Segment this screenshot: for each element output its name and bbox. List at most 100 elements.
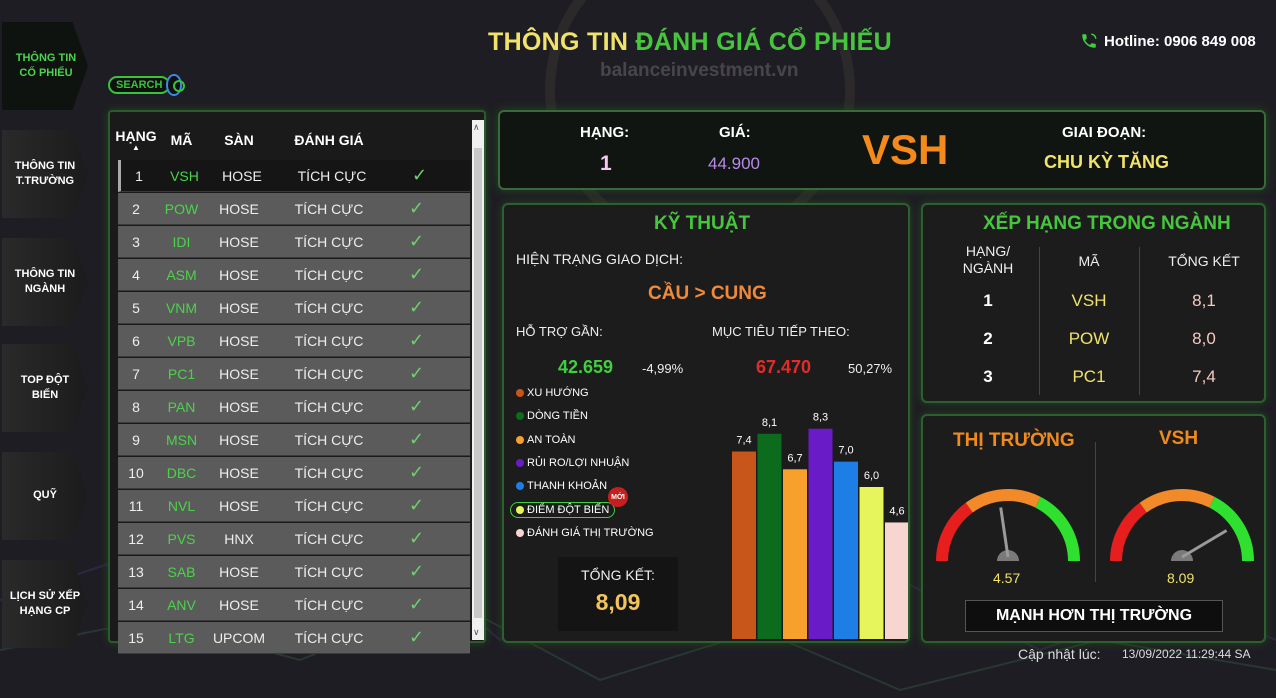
legend-item[interactable]: RỦI RO/LỢI NHUẬN bbox=[516, 457, 629, 469]
table-row[interactable]: 8 PAN HOSE TÍCH CỰC ✓ bbox=[118, 391, 470, 423]
bar-3[interactable] bbox=[808, 428, 833, 639]
check-icon: ✓ bbox=[408, 330, 425, 350]
search-button[interactable]: SEARCH bbox=[108, 72, 185, 97]
table-row[interactable]: 15 LTG UPCOM TÍCH CỰC ✓ bbox=[118, 622, 470, 654]
header-code[interactable]: MÃ bbox=[154, 120, 209, 160]
technical-title: KỸ THUẬT bbox=[654, 213, 751, 234]
cell-exchange: HNX bbox=[224, 530, 254, 547]
header-exchange[interactable]: SÀN bbox=[209, 120, 269, 160]
legend-item[interactable]: ĐIỂM ĐỘT BIẾN bbox=[510, 501, 616, 518]
legend-item[interactable]: DÒNG TIỀN bbox=[516, 410, 588, 422]
legend-item[interactable]: THANH KHOẢN bbox=[516, 480, 607, 492]
cell-rating: TÍCH CỰC bbox=[297, 167, 367, 184]
ranking-cell-code: PC1 bbox=[1072, 367, 1106, 386]
cell-exchange: HOSE bbox=[219, 299, 259, 316]
table-row[interactable]: 3 IDI HOSE TÍCH CỰC ✓ bbox=[118, 226, 470, 258]
legend-item[interactable]: AN TOÀN bbox=[516, 434, 576, 446]
ranking-cell-code: VSH bbox=[1071, 291, 1107, 310]
table-row[interactable]: 14 ANV HOSE TÍCH CỰC ✓ bbox=[118, 589, 470, 621]
table-row[interactable]: 7 PC1 HOSE TÍCH CỰC ✓ bbox=[118, 358, 470, 390]
check-icon: ✓ bbox=[408, 396, 425, 416]
nav-item-label: THÔNG TIN T.TRƯỜNG bbox=[14, 159, 76, 187]
cell-rank: 12 bbox=[128, 530, 144, 547]
nav-item-0[interactable]: THÔNG TIN CỔ PHIẾU bbox=[2, 22, 88, 110]
cell-exchange: HOSE bbox=[219, 596, 259, 613]
header-rank[interactable]: HẠNG ▲ bbox=[115, 120, 157, 160]
check-icon: ✓ bbox=[411, 165, 428, 185]
table-row[interactable]: 4 ASM HOSE TÍCH CỰC ✓ bbox=[118, 259, 470, 291]
support-pct: -4,99% bbox=[642, 361, 684, 376]
bar-2[interactable] bbox=[783, 469, 807, 639]
cell-code: ASM bbox=[166, 266, 197, 283]
ranking-title: XẾP HẠNG TRONG NGÀNH bbox=[983, 213, 1231, 234]
stock-table-panel: HẠNG ▲ MÃ SÀN ĐÁNH GIÁ 1 VSH HOSE TÍCH CỰC ✓ 2… bbox=[108, 110, 486, 654]
table-scrollbar[interactable]: ∧ ∨ bbox=[472, 120, 484, 640]
table-row[interactable]: 11 NVL HOSE TÍCH CỰC ✓ bbox=[118, 490, 470, 522]
target-label: MỤC TIÊU TIẾP THEO: bbox=[712, 324, 850, 339]
hotline-text: Hotline: 0906 849 008 bbox=[1104, 32, 1256, 50]
legend-dot bbox=[516, 435, 524, 444]
table-row[interactable]: 9 MSN HOSE TÍCH CỰC ✓ bbox=[118, 424, 470, 456]
cell-code: VPB bbox=[167, 332, 196, 349]
table-row[interactable]: 13 SAB HOSE TÍCH CỰC ✓ bbox=[118, 556, 470, 588]
hotline[interactable]: Hotline: 0906 849 008 bbox=[1080, 32, 1256, 50]
table-row[interactable]: 10 DBC HOSE TÍCH CỰC ✓ bbox=[118, 457, 470, 489]
table-row[interactable]: 5 VNM HOSE TÍCH CỰC ✓ bbox=[118, 292, 470, 324]
cell-exchange: HOSE bbox=[219, 200, 259, 217]
nav-item-label: QUỸ bbox=[33, 489, 57, 502]
price-label: GIÁ: bbox=[719, 124, 751, 141]
nav-item-1[interactable]: THÔNG TIN T.TRƯỜNG bbox=[2, 130, 88, 218]
nav-item-3[interactable]: TOP ĐỘT BIẾN bbox=[2, 344, 88, 432]
cell-code: VNM bbox=[165, 299, 198, 316]
nav-item-5[interactable]: LỊCH SỬ XẾP HẠNG CP bbox=[2, 560, 88, 648]
header-rank-label: HẠNG bbox=[115, 128, 157, 144]
ranking-cell-rank: 2 bbox=[983, 329, 993, 348]
bar-label-4: 7,0 bbox=[838, 445, 853, 457]
cell-exchange: HOSE bbox=[219, 233, 259, 250]
table-row[interactable]: 12 PVS HNX TÍCH CỰC ✓ bbox=[118, 523, 470, 555]
legend-item[interactable]: ĐÁNH GIÁ THỊ TRƯỜNG bbox=[516, 527, 654, 539]
legend-item[interactable]: XU HƯỚNG bbox=[516, 387, 589, 399]
cell-exchange: UPCOM bbox=[212, 629, 266, 646]
status-label: HIỆN TRẠNG GIAO DỊCH: bbox=[516, 251, 683, 267]
cell-code: NVL bbox=[167, 497, 196, 514]
cell-rating: TÍCH CỰC bbox=[294, 200, 364, 217]
check-icon: ✓ bbox=[408, 462, 425, 482]
bar-label-0: 7,4 bbox=[736, 435, 751, 447]
phase-label: GIAI ĐOẠN: bbox=[1062, 124, 1147, 141]
legend-label: ĐIỂM ĐỘT BIẾN bbox=[527, 503, 610, 516]
header-rating[interactable]: ĐÁNH GIÁ bbox=[269, 120, 389, 160]
bar-6[interactable] bbox=[885, 522, 908, 639]
table-row[interactable]: 1 VSH HOSE TÍCH CỰC ✓ bbox=[118, 160, 470, 192]
cell-code: MSN bbox=[165, 431, 198, 448]
gauge-segment-2 bbox=[1035, 496, 1080, 562]
scroll-down-icon[interactable]: ∨ bbox=[473, 627, 480, 638]
table-row[interactable]: 2 POW HOSE TÍCH CỰC ✓ bbox=[118, 193, 470, 225]
nav-item-2[interactable]: THÔNG TIN NGÀNH bbox=[2, 238, 88, 326]
table-row[interactable]: 6 VPB HOSE TÍCH CỰC ✓ bbox=[118, 325, 470, 357]
bar-1[interactable] bbox=[757, 433, 782, 639]
search-icon bbox=[166, 73, 185, 96]
cell-rank: 8 bbox=[132, 398, 140, 415]
scroll-thumb[interactable] bbox=[474, 148, 482, 618]
rank-header-code: MÃ bbox=[1078, 253, 1100, 269]
cell-rating: TÍCH CỰC bbox=[294, 464, 364, 481]
cell-code: POW bbox=[164, 200, 199, 217]
nav-item-label: TOP ĐỘT BIẾN bbox=[20, 373, 70, 401]
gauge-segment-2 bbox=[1209, 496, 1254, 562]
bar-4[interactable] bbox=[834, 461, 858, 639]
target-value: 67.470 bbox=[756, 357, 812, 377]
legend-dot bbox=[516, 482, 524, 491]
bar-5[interactable] bbox=[859, 487, 884, 639]
legend-label: RỦI RO/LỢI NHUẬN bbox=[527, 456, 630, 469]
rank-header-total: TỔNG KẾT bbox=[1168, 253, 1240, 269]
cell-code: IDI bbox=[172, 233, 191, 250]
bar-0[interactable] bbox=[732, 451, 756, 639]
total-value: 8,09 bbox=[595, 589, 641, 615]
cell-exchange: HOSE bbox=[219, 464, 259, 481]
scroll-up-icon[interactable]: ∧ bbox=[473, 122, 480, 133]
check-icon: ✓ bbox=[408, 627, 425, 647]
market-right-title: VSH bbox=[1159, 428, 1199, 449]
bar-label-5: 6,0 bbox=[864, 470, 879, 482]
nav-item-4[interactable]: QUỸ bbox=[2, 452, 88, 540]
